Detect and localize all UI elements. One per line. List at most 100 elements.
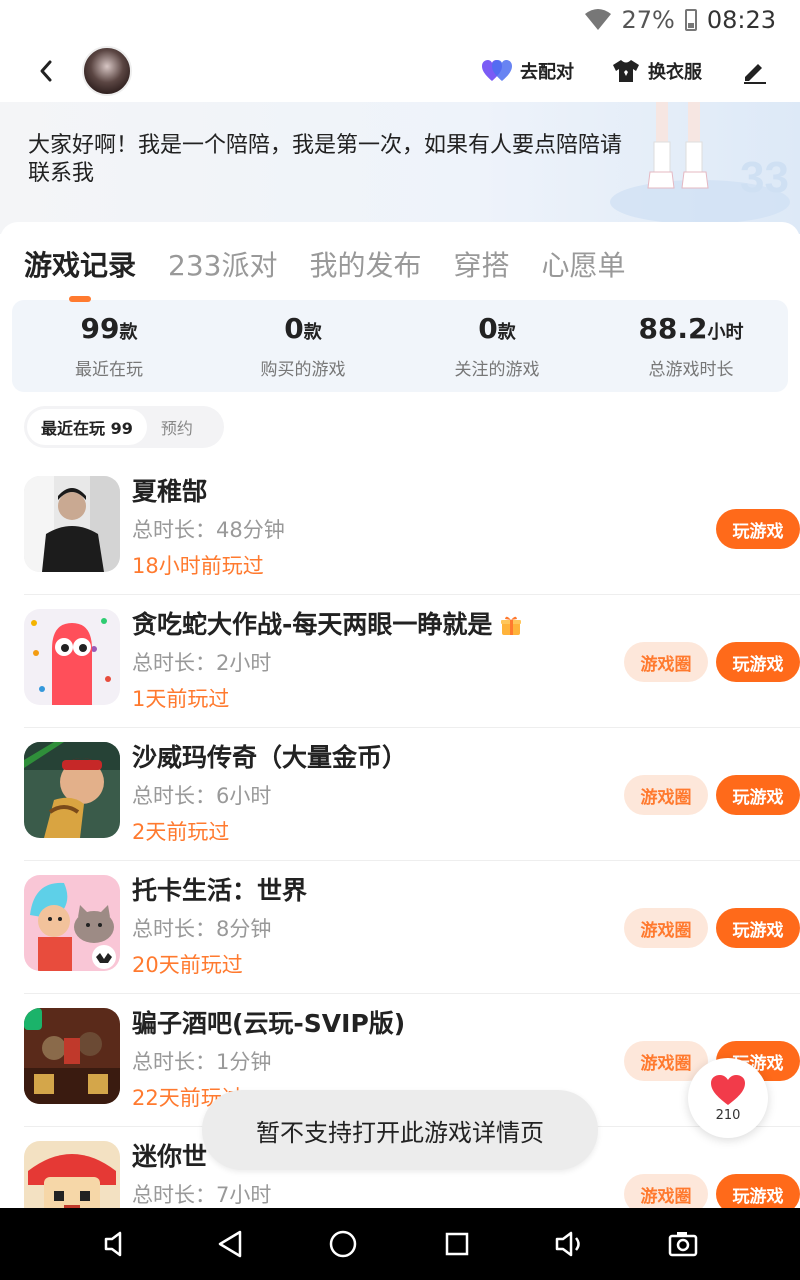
stat-value: 99 [80,312,120,345]
like-button[interactable]: 210 [688,1058,768,1138]
heart-pair-icon [482,60,512,81]
game-duration: 总时长：8分钟 [132,917,272,941]
tab-game-records[interactable]: 游戏记录 [24,244,136,288]
list-item[interactable]: 沙威玛传奇（大量金币） 总时长：6小时 2天前玩过 游戏圈 玩游戏 [24,728,800,861]
list-item[interactable]: 贪吃蛇大作战-每天两眼一睁就是 总时长：2小时 1天前玩过 游戏圈 玩游戏 [24,595,800,728]
game-name-text: 贪吃蛇大作战-每天两眼一睁就是 [132,610,493,639]
square-recents-icon [445,1232,468,1256]
avatar-figure-decoration: 33 [610,102,790,224]
triangle-back-icon [218,1230,242,1258]
stat-recent[interactable]: 99款 最近在玩 [12,300,206,392]
game-duration: 总时长：2小时 [132,651,272,675]
back-nav-button[interactable] [208,1222,252,1266]
toast-message: 暂不支持打开此游戏详情页 [202,1090,598,1170]
speaker-icon [104,1231,121,1257]
tab-outfits[interactable]: 穿搭 [453,244,509,288]
recents-nav-button[interactable] [435,1222,479,1266]
change-outfit-button[interactable]: 换衣服 [612,58,702,84]
game-icon-toca [24,875,120,971]
game-name: 夏稚郜 [132,477,208,506]
list-item[interactable]: 夏稚郜 总时长：48分钟 18小时前玩过 玩游戏 [24,462,800,595]
profile-bio: 大家好啊！我是一个陪陪，我是第一次，如果有人要点陪陪请联系我 [28,133,623,186]
play-button[interactable]: 玩游戏 [716,775,800,815]
stat-value: 0 [284,312,304,345]
stat-total-time[interactable]: 88.2小时 总游戏时长 [594,300,788,392]
sub-tabs: 最近在玩 99 预约 [24,406,224,448]
stat-value: 0 [478,312,498,345]
stat-purchased[interactable]: 0款 购买的游戏 [206,300,400,392]
main-card: 游戏记录 233派对 我的发布 穿搭 心愿单 99款 最近在玩 0款 购买的游戏… [0,222,800,1208]
shirt-icon [613,60,639,82]
app-bar: 去配对 换衣服 [0,40,800,102]
battery-icon [684,9,697,31]
stat-label: 最近在玩 [75,360,143,380]
list-item[interactable]: 托卡生活：世界 总时长：8分钟 20天前玩过 游戏圈 玩游戏 [24,861,800,994]
stat-followed[interactable]: 0款 关注的游戏 [400,300,594,392]
game-duration: 总时长：48分钟 [132,518,285,542]
game-last-played: 18小时前玩过 [132,554,264,578]
stat-unit: 款 [119,322,138,343]
game-icon-portrait [24,476,120,572]
stat-value: 88.2 [638,312,708,345]
tab-my-posts[interactable]: 我的发布 [309,244,421,288]
home-nav-button[interactable] [321,1222,365,1266]
battery-percent: 27% [621,6,675,34]
edit-button[interactable] [740,56,770,86]
outfit-label: 换衣服 [648,62,702,83]
like-count: 210 [715,1107,741,1123]
stat-label: 总游戏时长 [648,360,734,380]
game-name: 托卡生活：世界 [132,876,308,905]
tab-wishlist[interactable]: 心愿单 [542,244,626,288]
stat-label: 关注的游戏 [454,360,540,380]
back-button[interactable] [22,47,70,95]
subtab-reserve[interactable]: 预约 [147,409,207,445]
profile-tabs: 游戏记录 233派对 我的发布 穿搭 心愿单 [0,222,800,288]
screenshot-button[interactable] [661,1222,705,1266]
play-button[interactable]: 玩游戏 [716,509,800,549]
stats-panel: 99款 最近在玩 0款 购买的游戏 0款 关注的游戏 88.2小时 总游戏时长 [12,300,788,392]
pair-label: 去配对 [520,62,574,83]
pencil-icon [744,64,766,84]
game-name: 骗子酒吧(云玩-SVIP版) [132,1009,406,1038]
game-circle-button[interactable]: 游戏圈 [624,1174,708,1208]
stat-label: 购买的游戏 [260,360,346,380]
gift-icon [501,616,522,635]
game-icon-shawarma [24,742,120,838]
game-circle-button[interactable]: 游戏圈 [624,908,708,948]
game-icon-liars-bar [24,1008,120,1104]
game-last-played: 1天前玩过 [132,687,230,711]
stat-unit: 小时 [707,322,744,343]
volume-up-button[interactable] [548,1222,592,1266]
game-icon-mini-world [24,1141,120,1208]
system-nav-bar [0,1208,800,1280]
play-button[interactable]: 玩游戏 [716,642,800,682]
game-name: 沙威玛传奇（大量金币） [132,743,408,772]
pair-button[interactable]: 去配对 [482,58,574,84]
game-name: 贪吃蛇大作战-每天两眼一睁就是 [132,605,522,641]
game-last-played: 20天前玩过 [132,953,243,977]
svg-text:33: 33 [740,153,789,202]
game-last-played: 2天前玩过 [132,820,230,844]
game-circle-button[interactable]: 游戏圈 [624,642,708,682]
play-button[interactable]: 玩游戏 [716,1174,800,1208]
tab-233-party[interactable]: 233派对 [168,244,277,288]
play-button[interactable]: 玩游戏 [716,908,800,948]
game-icon-snake [24,609,120,705]
subtab-recent[interactable]: 最近在玩 99 [27,409,147,445]
volume-down-button[interactable] [95,1222,139,1266]
game-duration: 总时长：1分钟 [132,1050,272,1074]
game-name: 迷你世 [132,1142,208,1171]
wifi-icon [585,9,612,30]
game-duration: 总时长：7小时 [132,1183,272,1207]
game-circle-button[interactable]: 游戏圈 [624,775,708,815]
clock: 08:23 [706,6,776,34]
circle-home-icon [330,1230,357,1258]
game-duration: 总时长：6小时 [132,784,272,808]
speaker-loud-icon [555,1231,580,1257]
heart-icon [711,1074,745,1105]
camera-icon [669,1232,698,1257]
status-bar: 27% 08:23 [0,0,800,40]
avatar[interactable] [82,46,132,96]
profile-banner: 大家好啊！我是一个陪陪，我是第一次，如果有人要点陪陪请联系我 33 [0,102,800,234]
stat-unit: 款 [497,322,516,343]
